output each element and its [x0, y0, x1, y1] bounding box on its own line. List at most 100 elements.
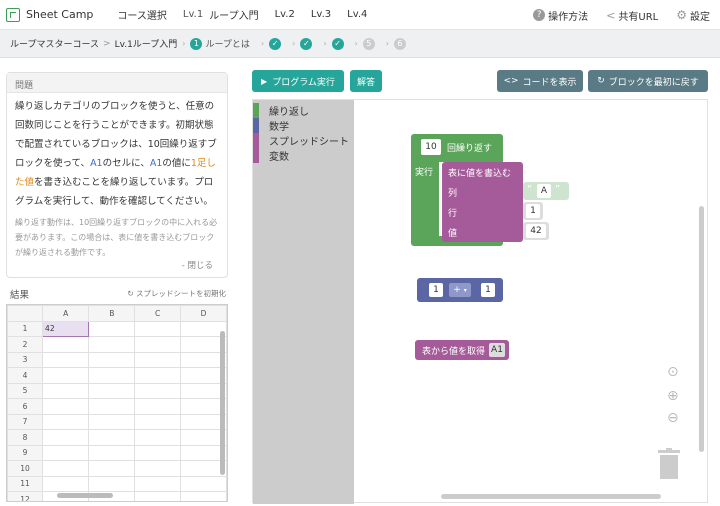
cell[interactable] [88, 460, 136, 477]
row-header[interactable]: 9 [7, 444, 44, 461]
cell[interactable] [180, 475, 227, 492]
repeat-count-field[interactable]: 10 [421, 139, 441, 155]
row-header[interactable]: 12 [7, 491, 44, 501]
math-left-operand[interactable]: 1 [429, 283, 443, 297]
row-header[interactable]: 5 [7, 382, 44, 399]
cell[interactable] [134, 429, 182, 446]
nav-lv4[interactable]: Lv.4 [347, 9, 367, 20]
column-value-field[interactable]: A [537, 184, 551, 198]
cell[interactable] [88, 398, 136, 415]
step-5[interactable]: 5 [362, 37, 375, 50]
math-operator-dropdown[interactable]: + ▾ [449, 283, 471, 297]
nav-lv1-name[interactable]: ループ入門 [209, 7, 258, 22]
step-6[interactable]: 6 [393, 37, 406, 50]
step-3[interactable]: ✓ [300, 37, 313, 50]
column-header[interactable]: D [180, 305, 227, 322]
cell[interactable] [42, 475, 90, 492]
cell[interactable] [134, 336, 182, 353]
reset-spreadsheet-link[interactable]: ↻ スプレッドシートを初期化 [127, 288, 226, 299]
app-logo[interactable]: Sheet Camp [6, 7, 93, 22]
math-right-operand[interactable]: 1 [481, 283, 495, 297]
text-value-block[interactable]: “ A ” [523, 182, 569, 200]
step-1[interactable]: 1 ループとは [190, 37, 250, 50]
howto-link[interactable]: ? 操作方法 [533, 8, 588, 23]
row-header[interactable]: 6 [7, 398, 44, 415]
value-number-block[interactable]: 42 [523, 222, 549, 240]
get-cell-field[interactable]: A1 [489, 343, 505, 357]
breadcrumb-course[interactable]: ループマスターコース [10, 37, 99, 50]
cell[interactable] [42, 413, 90, 430]
cell[interactable] [42, 460, 90, 477]
step-4[interactable]: ✓ [331, 37, 344, 50]
cell[interactable] [134, 382, 182, 399]
cell[interactable] [42, 429, 90, 446]
settings-link[interactable]: ⚙ 設定 [676, 8, 710, 23]
cell[interactable] [42, 351, 90, 368]
row-number-block[interactable]: 1 [523, 202, 543, 220]
cell[interactable] [134, 460, 182, 477]
write-value-block[interactable]: 表に値を書込む 列 行 値 [442, 162, 523, 242]
row-header[interactable]: 1 [7, 320, 44, 337]
cell[interactable] [88, 382, 136, 399]
spreadsheet-horizontal-scrollbar[interactable] [57, 493, 113, 498]
cell[interactable] [88, 336, 136, 353]
nav-lv2[interactable]: Lv.2 [275, 9, 295, 20]
row-header[interactable]: 7 [7, 413, 44, 430]
row-header[interactable]: 2 [7, 336, 44, 353]
workspace-vertical-scrollbar[interactable] [699, 206, 704, 452]
answer-button[interactable]: 解答 [350, 70, 382, 92]
category-loops[interactable]: 繰り返し [253, 103, 354, 118]
cell[interactable] [88, 367, 136, 384]
zoom-out-icon[interactable]: ⊖ [667, 410, 679, 426]
cell[interactable] [134, 491, 182, 501]
cell[interactable] [42, 398, 90, 415]
run-program-button[interactable]: ▶ プログラム実行 [252, 70, 344, 92]
cell[interactable] [88, 413, 136, 430]
category-spreadsheet[interactable]: スプレッドシート [253, 133, 354, 148]
show-code-button[interactable]: <> コードを表示 [497, 70, 583, 92]
math-arithmetic-block[interactable]: 1 + ▾ 1 [417, 278, 503, 302]
trash-icon[interactable] [657, 448, 681, 480]
cell[interactable] [180, 491, 227, 501]
cell[interactable] [88, 475, 136, 492]
cell[interactable] [134, 444, 182, 461]
workspace-horizontal-scrollbar[interactable] [441, 494, 661, 499]
breadcrumb-level[interactable]: Lv.1ループ入門 [115, 37, 178, 50]
nav-lv1[interactable]: Lv.1 [183, 9, 203, 20]
category-variables[interactable]: 変数 [253, 148, 354, 163]
cell[interactable] [42, 336, 90, 353]
nav-course-select[interactable]: コース選択 [117, 7, 167, 22]
row-header[interactable]: 11 [7, 475, 44, 492]
cell[interactable] [134, 475, 182, 492]
cell-a1[interactable]: 42 [42, 320, 90, 337]
cell[interactable] [134, 367, 182, 384]
cell[interactable] [42, 367, 90, 384]
block-workspace[interactable]: 繰り返し 数学 スプレッドシート 変数 10 回繰り返す 実行 表に値を書込む … [252, 99, 708, 504]
cell[interactable] [134, 351, 182, 368]
close-problem-link[interactable]: - 閉じる [182, 259, 213, 271]
column-header[interactable]: A [42, 305, 90, 322]
cell[interactable] [88, 351, 136, 368]
cell[interactable] [88, 444, 136, 461]
column-header[interactable]: C [134, 305, 182, 322]
row-header[interactable]: 10 [7, 460, 44, 477]
row-header[interactable]: 3 [7, 351, 44, 368]
spreadsheet-vertical-scrollbar[interactable] [220, 331, 225, 475]
zoom-in-icon[interactable]: ⊕ [667, 388, 679, 404]
row-header[interactable]: 8 [7, 429, 44, 446]
cell[interactable] [42, 382, 90, 399]
cell[interactable] [134, 320, 182, 337]
cell[interactable] [88, 429, 136, 446]
cell[interactable] [134, 413, 182, 430]
row-header[interactable]: 4 [7, 367, 44, 384]
recenter-icon[interactable]: ⊙ [667, 364, 679, 380]
reset-blocks-button[interactable]: ↻ ブロックを最初に戻す [588, 70, 708, 92]
write-value-field[interactable]: 42 [526, 224, 546, 238]
cell[interactable] [42, 444, 90, 461]
step-2[interactable]: ✓ [269, 37, 282, 50]
row-value-field[interactable]: 1 [526, 204, 540, 218]
cell[interactable] [88, 320, 136, 337]
column-header[interactable]: B [88, 305, 136, 322]
result-spreadsheet[interactable]: A B C D 1 42 2 3 4 5 6 7 8 9 10 11 12 [6, 304, 228, 502]
nav-lv3[interactable]: Lv.3 [311, 9, 331, 20]
